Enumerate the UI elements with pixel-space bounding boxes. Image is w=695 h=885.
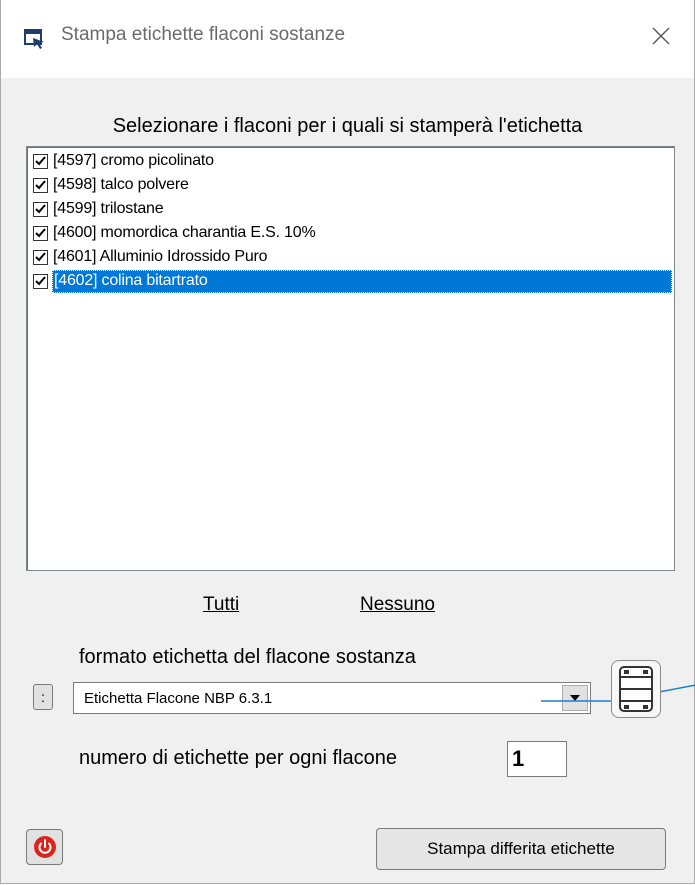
- format-combobox-value: Etichetta Flacone NBP 6.3.1: [84, 690, 273, 707]
- item-label: [4602] colina bitartrato: [52, 269, 672, 293]
- item-checkbox[interactable]: [33, 177, 48, 193]
- power-icon: [33, 836, 56, 858]
- close-button[interactable]: [641, 18, 681, 54]
- item-checkbox[interactable]: [33, 153, 48, 169]
- item-label: [4600] momordica charantia E.S. 10%: [53, 223, 316, 241]
- format-options-button[interactable]: :: [33, 684, 53, 710]
- checkmark-icon: [35, 228, 46, 238]
- select-all-link[interactable]: Tutti: [203, 594, 239, 616]
- checkmark-icon: [35, 180, 46, 190]
- exit-button[interactable]: [26, 829, 63, 865]
- format-label: formato etichetta del flacone sostanza: [79, 646, 416, 668]
- window-title: Stampa etichette flaconi sostanze: [61, 24, 346, 45]
- labels-count-input[interactable]: 1: [507, 741, 567, 777]
- checkmark-icon: [35, 252, 46, 262]
- select-none-link[interactable]: Nessuno: [360, 594, 435, 616]
- format-options-label: :: [41, 689, 45, 705]
- deferred-print-label: Stampa differita etichette: [427, 839, 615, 858]
- title-bar[interactable]: Stampa etichette flaconi sostanze: [1, 0, 694, 78]
- checkmark-icon: [35, 156, 46, 166]
- bottles-listbox[interactable]: [4597] cromo picolinato [4598] talco polv…: [26, 146, 675, 571]
- list-item[interactable]: [4598] talco polvere: [27, 173, 192, 197]
- item-checkbox[interactable]: [33, 225, 48, 241]
- item-label: [4597] cromo picolinato: [53, 151, 214, 169]
- format-preview-button[interactable]: [611, 660, 661, 718]
- item-checkbox[interactable]: [33, 249, 48, 265]
- checkmark-icon: [35, 276, 46, 286]
- instruction-heading: Selezionare i flaconi per i quali si sta…: [112, 115, 583, 137]
- window-app-icon: [24, 29, 44, 49]
- list-item[interactable]: [4601] Alluminio Idrossido Puro: [27, 245, 270, 269]
- item-label: [4599] trilostane: [53, 199, 164, 217]
- film-strip-icon: [619, 666, 653, 712]
- list-item[interactable]: [4599] trilostane: [27, 197, 166, 221]
- dialog-window: Stampa etichette flaconi sostanze Selezi…: [0, 0, 695, 884]
- close-icon: [652, 27, 670, 45]
- item-checkbox[interactable]: [33, 201, 48, 217]
- list-item[interactable]: [4602] colina bitartrato: [27, 269, 672, 293]
- deferred-print-button[interactable]: Stampa differita etichette: [376, 828, 666, 870]
- item-label: [4601] Alluminio Idrossido Puro: [53, 247, 268, 265]
- labels-count-label: numero di etichette per ogni flacone: [79, 747, 397, 769]
- list-item[interactable]: [4600] momordica charantia E.S. 10%: [27, 221, 318, 245]
- checkmark-icon: [35, 204, 46, 214]
- item-label: [4598] talco polvere: [53, 175, 189, 193]
- item-checkbox[interactable]: [33, 273, 48, 289]
- format-combobox[interactable]: Etichetta Flacone NBP 6.3.1: [73, 682, 591, 714]
- list-item[interactable]: [4597] cromo picolinato: [27, 149, 217, 173]
